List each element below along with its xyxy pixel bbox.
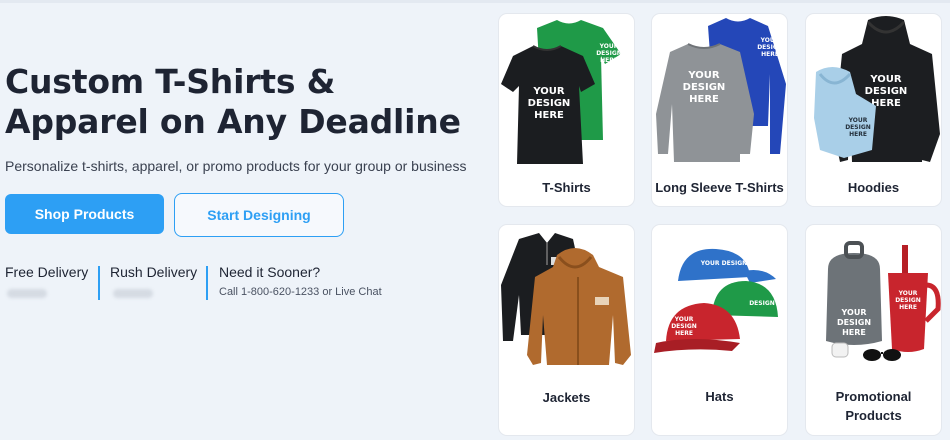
page-subtitle: Personalize t-shirts, apparel, or promo … [5,158,467,174]
svg-text:HERE: HERE [689,94,719,105]
svg-text:DESIGN: DESIGN [895,297,921,304]
svg-text:DESIGN: DESIGN [845,124,871,131]
svg-text:HERE: HERE [534,110,564,121]
category-label: Long Sleeve T-Shirts [655,180,784,195]
free-delivery-date-blurred [7,289,47,298]
promo-icon: YOUR DESIGN HERE YOUR DESIGN HERE [826,241,941,361]
svg-text:YOUR: YOUR [687,70,720,81]
need-it-sooner-info: Need it Sooner? Call 1-800-620-1233 or L… [219,264,419,298]
contact-phone-text[interactable]: Call 1-800-620-1233 or Live Chat [219,286,419,298]
category-card-tshirts[interactable]: YOUR DESIGN HERE YOUR DESIGN HERE T-Shir… [498,13,635,207]
category-card-hoodies[interactable]: YOUR DESIGN HERE YOUR DESIGN HERE Hoodie… [805,13,942,207]
svg-text:YOUR: YOUR [532,86,565,97]
category-card-promotional-products[interactable]: YOUR DESIGN HERE YOUR DESIGN HERE Promot… [805,224,942,436]
svg-text:YOUR: YOUR [674,316,694,323]
svg-text:HERE: HERE [675,330,693,337]
rush-delivery-info: Rush Delivery [110,264,200,298]
svg-text:DESIGN: DESIGN [749,300,775,307]
category-card-long-sleeve[interactable]: YOUR DESIGN HERE YOUR DESIGN HERE Long S… [651,13,788,207]
svg-text:DESIGN: DESIGN [683,82,726,93]
svg-text:YOUR: YOUR [841,308,867,317]
rush-delivery-label: Rush Delivery [110,264,198,280]
category-label: Hoodies [847,180,900,195]
page-title-line-1: Custom T-Shirts & [5,62,336,101]
svg-text:DESIGN: DESIGN [596,50,622,57]
need-it-sooner-label: Need it Sooner? [219,264,321,280]
category-label-line-1: Promotional [835,389,912,404]
svg-text:DESIGN: DESIGN [865,86,908,97]
category-card-hats[interactable]: YOUR DESIGN DESIGN YOUR DESIGN HERE Hats [651,224,788,436]
svg-text:YOUR DESIGN: YOUR DESIGN [700,260,747,267]
start-designing-button[interactable]: Start Designing [174,193,344,237]
free-delivery-info: Free Delivery [5,264,89,298]
svg-text:YOUR: YOUR [898,290,918,297]
svg-text:YOUR: YOUR [599,43,619,50]
svg-text:YOUR: YOUR [760,37,780,44]
category-card-jackets[interactable]: Jackets [498,224,635,436]
jacket-icon [501,233,631,365]
svg-text:YOUR: YOUR [869,74,902,85]
hat-icon: YOUR DESIGN DESIGN YOUR DESIGN HERE [654,248,778,353]
svg-text:HERE: HERE [899,304,917,311]
top-divider [0,0,950,3]
category-label-line-2: Products [845,408,902,423]
delivery-divider [98,266,100,300]
svg-text:HERE: HERE [849,131,867,138]
svg-text:YOUR: YOUR [848,117,868,124]
delivery-divider [206,266,208,300]
category-label: Jackets [542,390,591,405]
long-sleeve-icon: YOUR DESIGN HERE YOUR DESIGN HERE [656,18,786,162]
svg-text:HERE: HERE [600,57,618,64]
svg-text:HERE: HERE [842,328,866,337]
category-label: Hats [705,389,734,404]
hoodie-icon: YOUR DESIGN HERE YOUR DESIGN HERE [814,16,940,162]
tshirt-icon: YOUR DESIGN HERE YOUR DESIGN HERE [501,20,622,164]
category-label: T-Shirts [542,180,591,195]
svg-text:DESIGN: DESIGN [837,318,871,327]
free-delivery-label: Free Delivery [5,264,89,280]
svg-text:DESIGN: DESIGN [671,323,697,330]
page-title: Custom T-Shirts & Apparel on Any Deadlin… [5,62,485,142]
svg-text:DESIGN: DESIGN [528,98,571,109]
page-title-line-2: Apparel on Any Deadline [5,102,461,141]
svg-text:DESIGN: DESIGN [757,44,783,51]
svg-text:HERE: HERE [761,51,779,58]
shop-products-button[interactable]: Shop Products [5,194,164,234]
category-label-multiline: Promotional Products [806,387,941,425]
rush-delivery-date-blurred [113,289,153,298]
